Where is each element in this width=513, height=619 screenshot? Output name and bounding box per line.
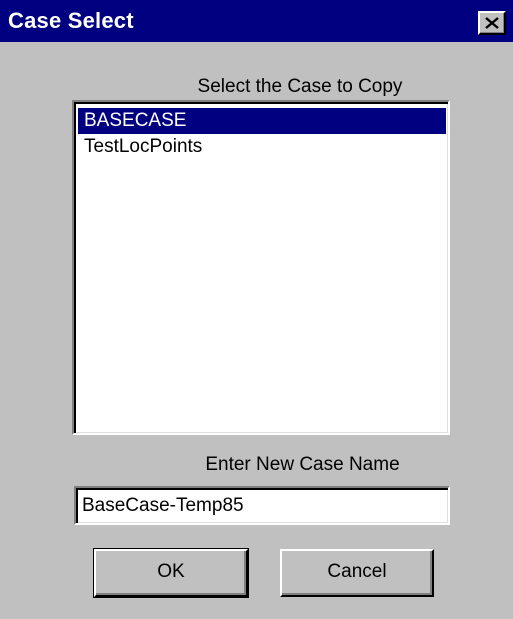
window-title: Case Select	[8, 8, 134, 33]
new-case-name-label: Enter New Case Name	[205, 454, 400, 475]
case-select-dialog: Case Select Select the Case to Copy BASE…	[0, 0, 513, 619]
case-listbox[interactable]: BASECASE TestLocPoints	[72, 100, 450, 435]
cancel-button[interactable]: Cancel	[280, 549, 434, 597]
title-bar[interactable]: Case Select	[0, 0, 513, 42]
ok-button[interactable]: OK	[93, 548, 249, 598]
new-case-name-input[interactable]: BaseCase-Temp85	[74, 486, 450, 525]
case-list-item-basecase[interactable]: BASECASE	[78, 108, 446, 134]
close-button[interactable]	[478, 11, 506, 35]
close-icon	[485, 17, 499, 29]
case-list-label: Select the Case to Copy	[197, 76, 403, 97]
case-list-item-testlocpoints[interactable]: TestLocPoints	[78, 134, 446, 160]
